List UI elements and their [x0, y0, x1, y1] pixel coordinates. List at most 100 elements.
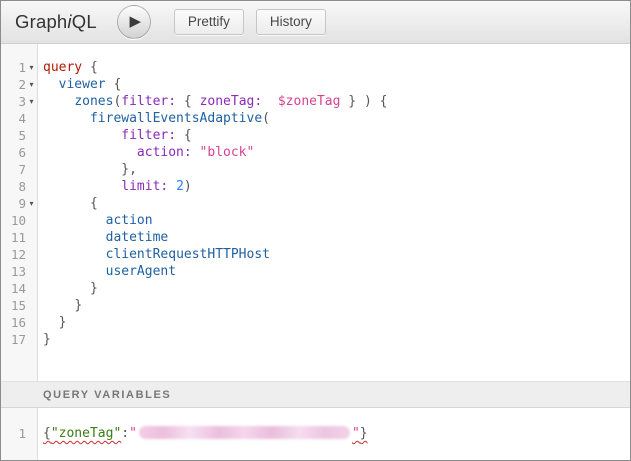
line-number: 2	[1, 77, 26, 92]
line-number: 1	[1, 60, 26, 75]
execute-query-button[interactable]: ▶	[117, 5, 151, 39]
token-str: "	[352, 426, 360, 441]
code-line[interactable]: }	[43, 314, 630, 331]
redacted-value	[139, 426, 350, 439]
line-number: 13	[1, 264, 26, 279]
line-number: 16	[1, 315, 26, 330]
line-number: 1	[1, 426, 26, 441]
query-editor: 1▾2▾3▾456789▾1011121314151617 query { vi…	[1, 44, 630, 381]
token-ws	[43, 230, 106, 245]
token-attr: filter:	[121, 128, 176, 143]
token-ws	[43, 179, 121, 194]
gutter-row: 9▾	[1, 195, 37, 212]
token-punc: }	[59, 315, 67, 330]
line-number: 3	[1, 94, 26, 109]
query-variables-header[interactable]: QUERY VARIABLES	[1, 381, 630, 408]
token-prop: firewallEventsAdaptive	[90, 111, 262, 126]
variables-editor: 1 {"zoneTag":""}	[1, 408, 630, 460]
line-number: 5	[1, 128, 26, 143]
token-ws	[176, 94, 184, 109]
prettify-button[interactable]: Prettify	[174, 9, 244, 35]
token-attr: action:	[137, 145, 192, 160]
token-punc: }	[90, 281, 98, 296]
token-ws	[43, 145, 137, 160]
code-line[interactable]: {	[43, 195, 630, 212]
token-ws	[43, 94, 74, 109]
app-title-part1: Graph	[15, 11, 67, 32]
fold-arrow-icon[interactable]: ▾	[26, 98, 37, 106]
token-punc: {	[43, 426, 51, 441]
gutter-row: 11	[1, 229, 37, 246]
gutter-row: 3▾	[1, 93, 37, 110]
code-line[interactable]: }	[43, 331, 630, 348]
gutter-row: 16	[1, 314, 37, 331]
code-line[interactable]: firewallEventsAdaptive(	[43, 110, 630, 127]
line-number: 10	[1, 213, 26, 228]
gutter-row: 13	[1, 263, 37, 280]
token-punc: {	[90, 196, 98, 211]
token-punc: {	[184, 94, 192, 109]
query-gutter: 1▾2▾3▾456789▾1011121314151617	[1, 44, 38, 381]
line-number: 15	[1, 298, 26, 313]
code-line[interactable]: filter: {	[43, 127, 630, 144]
token-jkey: "zoneTag"	[51, 426, 121, 441]
code-line[interactable]: datetime	[43, 229, 630, 246]
token-ws	[43, 281, 90, 296]
variables-code-line[interactable]: {"zoneTag":""}	[43, 425, 630, 442]
query-variables-title: QUERY VARIABLES	[43, 389, 171, 401]
token-attr: filter:	[121, 94, 176, 109]
token-punc: )	[184, 179, 192, 194]
token-punc: {	[176, 128, 192, 143]
token-punc: },	[121, 162, 137, 177]
token-punc: }	[360, 426, 368, 441]
code-line[interactable]: userAgent	[43, 263, 630, 280]
code-line[interactable]: viewer {	[43, 76, 630, 93]
code-line[interactable]: },	[43, 161, 630, 178]
graphiql-window: GraphiQL ▶ Prettify History 1▾2▾3▾456789…	[0, 0, 631, 461]
app-title: GraphiQL	[15, 11, 97, 33]
token-ws	[43, 162, 121, 177]
token-prop: zones	[74, 94, 113, 109]
gutter-row: 7	[1, 161, 37, 178]
fold-arrow-icon[interactable]: ▾	[26, 64, 37, 72]
code-line[interactable]: query {	[43, 59, 630, 76]
token-ws	[43, 77, 59, 92]
token-str: "block"	[200, 145, 255, 160]
line-number: 14	[1, 281, 26, 296]
line-number: 8	[1, 179, 26, 194]
token-prop: datetime	[106, 230, 169, 245]
variables-code[interactable]: {"zoneTag":""}	[38, 408, 630, 460]
gutter-row: 4	[1, 110, 37, 127]
token-ws	[43, 247, 106, 262]
token-ws	[168, 179, 176, 194]
token-ws	[192, 145, 200, 160]
code-line[interactable]: action: "block"	[43, 144, 630, 161]
code-line[interactable]: action	[43, 212, 630, 229]
history-button[interactable]: History	[256, 9, 326, 35]
query-code[interactable]: query { viewer { zones(filter: { zoneTag…	[38, 44, 630, 381]
fold-arrow-icon[interactable]: ▾	[26, 200, 37, 208]
token-kw: query	[43, 60, 82, 75]
token-ws	[262, 94, 278, 109]
topbar: GraphiQL ▶ Prettify History	[1, 1, 630, 44]
token-ws	[43, 264, 106, 279]
gutter-row: 8	[1, 178, 37, 195]
code-line[interactable]: }	[43, 280, 630, 297]
token-var: $zoneTag	[278, 94, 341, 109]
play-icon: ▶	[130, 14, 142, 29]
token-ws	[43, 298, 74, 313]
token-str: "	[129, 426, 137, 441]
variables-gutter: 1	[1, 408, 38, 460]
token-ws	[43, 213, 106, 228]
token-prop: userAgent	[106, 264, 176, 279]
gutter-row: 10	[1, 212, 37, 229]
code-line[interactable]: }	[43, 297, 630, 314]
token-attr: limit:	[121, 179, 168, 194]
line-number: 7	[1, 162, 26, 177]
fold-arrow-icon[interactable]: ▾	[26, 81, 37, 89]
code-line[interactable]: limit: 2)	[43, 178, 630, 195]
token-ws	[43, 128, 121, 143]
line-number: 6	[1, 145, 26, 160]
code-line[interactable]: zones(filter: { zoneTag: $zoneTag } ) {	[43, 93, 630, 110]
code-line[interactable]: clientRequestHTTPHost	[43, 246, 630, 263]
